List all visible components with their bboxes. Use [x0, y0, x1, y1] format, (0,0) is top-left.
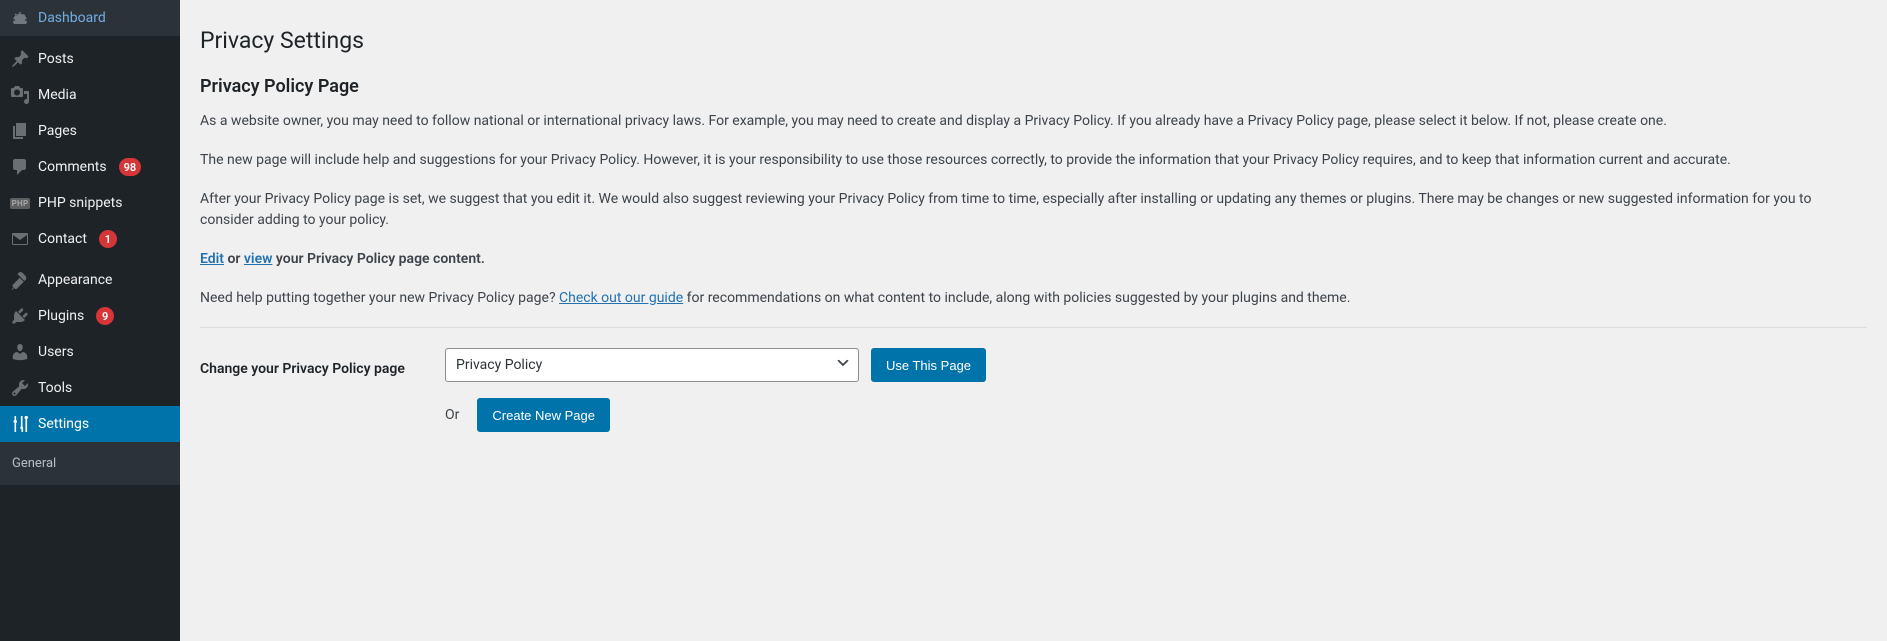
sidebar-label: Pages	[38, 123, 77, 139]
sidebar-label: Media	[38, 87, 77, 103]
use-this-page-button[interactable]: Use This Page	[871, 348, 986, 382]
sidebar-item-tools[interactable]: Tools	[0, 370, 180, 406]
sidebar-item-pages[interactable]: Pages	[0, 113, 180, 149]
intro-paragraph-2: The new page will include help and sugge…	[200, 150, 1867, 171]
sidebar-item-comments[interactable]: Comments 98	[0, 149, 180, 185]
form-field: Privacy Policy Use This Page Or Create N…	[445, 348, 1867, 448]
intro-paragraph-1: As a website owner, you may need to foll…	[200, 111, 1867, 132]
section-subtitle: Privacy Policy Page	[200, 76, 1867, 97]
select-value: Privacy Policy	[445, 348, 859, 382]
sidebar-item-appearance[interactable]: Appearance	[0, 262, 180, 298]
guide-paragraph: Need help putting together your new Priv…	[200, 288, 1867, 309]
form-row: Change your Privacy Policy page Privacy …	[200, 348, 1867, 448]
contact-badge: 1	[99, 230, 117, 248]
sliders-icon	[10, 414, 30, 434]
sidebar-item-users[interactable]: Users	[0, 334, 180, 370]
sidebar-item-settings[interactable]: Settings	[0, 406, 180, 442]
sidebar-label: Users	[38, 344, 74, 360]
sidebar-label: Plugins	[38, 308, 84, 324]
sidebar-item-php-snippets[interactable]: PHP PHP snippets	[0, 185, 180, 221]
user-icon	[10, 342, 30, 362]
sidebar-label: Dashboard	[38, 10, 106, 26]
settings-submenu: General	[0, 442, 180, 485]
edit-link[interactable]: Edit	[200, 251, 224, 267]
sidebar-label: PHP snippets	[38, 195, 122, 211]
pages-icon	[10, 121, 30, 141]
guide-prefix: Need help putting together your new Priv…	[200, 290, 559, 306]
plugins-badge: 9	[96, 307, 114, 325]
intro-paragraph-3: After your Privacy Policy page is set, w…	[200, 189, 1867, 231]
sidebar-item-contact[interactable]: Contact 1	[0, 221, 180, 257]
sidebar-item-dashboard[interactable]: Dashboard	[0, 0, 180, 36]
media-icon	[10, 85, 30, 105]
submenu-item-general[interactable]: General	[0, 450, 180, 477]
form-label: Change your Privacy Policy page	[200, 348, 425, 380]
view-link[interactable]: view	[244, 251, 273, 267]
mail-icon	[10, 229, 30, 249]
select-row: Privacy Policy Use This Page	[445, 348, 1867, 382]
create-row: Or Create New Page	[445, 398, 1867, 432]
sidebar-label: Posts	[38, 51, 74, 67]
sidebar-label: Tools	[38, 380, 72, 396]
admin-sidebar: Dashboard Posts Media Pages Comments 98 …	[0, 0, 180, 641]
plug-icon	[10, 306, 30, 326]
pin-icon	[10, 49, 30, 69]
main-content: Privacy Settings Privacy Policy Page As …	[180, 0, 1887, 641]
comment-icon	[10, 157, 30, 177]
comments-badge: 98	[119, 158, 142, 176]
sidebar-item-media[interactable]: Media	[0, 77, 180, 113]
sidebar-item-posts[interactable]: Posts	[0, 41, 180, 77]
sidebar-item-plugins[interactable]: Plugins 9	[0, 298, 180, 334]
guide-suffix: for recommendations on what content to i…	[683, 290, 1350, 306]
sidebar-label: Appearance	[38, 272, 112, 288]
edit-view-suffix: your Privacy Policy page content.	[272, 251, 484, 267]
divider	[200, 327, 1867, 328]
page-title: Privacy Settings	[200, 18, 1867, 58]
create-new-page-button[interactable]: Create New Page	[477, 398, 610, 432]
php-icon: PHP	[10, 193, 30, 213]
sidebar-label: Contact	[38, 231, 87, 247]
or-label: Or	[445, 407, 459, 423]
sidebar-label: Settings	[38, 416, 89, 432]
brush-icon	[10, 270, 30, 290]
guide-link[interactable]: Check out our guide	[559, 290, 683, 306]
edit-view-paragraph: Edit or view your Privacy Policy page co…	[200, 249, 1867, 270]
or-text: or	[224, 251, 244, 267]
privacy-page-select[interactable]: Privacy Policy	[445, 348, 859, 382]
dashboard-icon	[10, 8, 30, 28]
wrench-icon	[10, 378, 30, 398]
sidebar-label: Comments	[38, 159, 107, 175]
